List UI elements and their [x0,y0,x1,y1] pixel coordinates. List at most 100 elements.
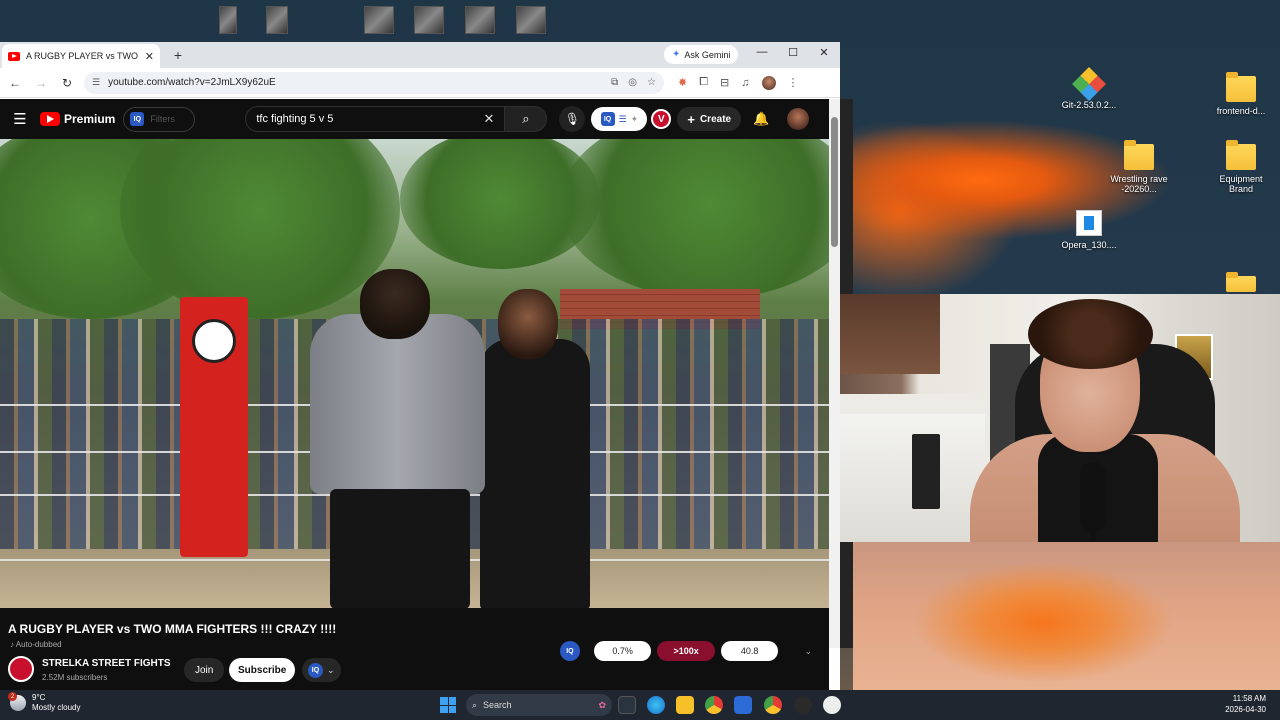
media-controls-icon[interactable]: ♫ [741,77,749,89]
video-fighter [300,269,500,608]
desktop-icon-opera[interactable]: Opera_130.... [1057,210,1121,250]
desktop-icon-label: Equipment Brand [1219,174,1263,194]
desktop-icon-folder-partial[interactable] [1209,272,1273,296]
clock-date: 2026-04-30 [1225,705,1266,714]
tab-search-icon[interactable]: ⊟ [720,76,729,89]
address-bar-row: ← → ↻ ☰ youtube.com/watch?v=2JmLX9y62uE … [0,68,840,98]
desktop-thumbnail[interactable] [516,6,546,34]
video-scenery [400,139,600,269]
profile-avatar[interactable] [761,75,776,90]
site-info-icon[interactable]: ☰ [92,77,100,88]
page-scrollbar[interactable] [829,99,840,648]
reload-icon[interactable]: ↻ [56,76,78,90]
weather-widget[interactable]: 2 9°C Mostly cloudy [8,692,80,713]
github-icon[interactable] [794,696,812,714]
temperature: 9°C [32,693,46,702]
folder-icon [1226,72,1256,102]
back-icon[interactable]: ← [4,76,26,90]
file-explorer-icon[interactable] [676,696,694,714]
iq-extension-icon: IQ [600,112,615,126]
media-player-icon[interactable] [823,696,841,714]
desktop-thumbnail[interactable] [219,6,237,34]
voice-search-button[interactable]: 🎙 [559,106,586,132]
filters-button[interactable]: IQ Filters [123,106,196,132]
plus-icon: + [687,111,695,127]
browser-menu-icon[interactable]: ⋮ [788,76,799,89]
video-info-panel: A RUGBY PLAYER vs TWO MMA FIGHTERS !!! C… [0,608,829,690]
browser-tab-active[interactable]: A RUGBY PLAYER vs TWO MMA FIGHTERS !!! C… [2,44,160,68]
start-button[interactable] [440,697,456,713]
tracking-eye-icon[interactable]: ◎ [628,77,637,88]
subscriber-count: 2.52M subscribers [42,673,108,682]
desktop-icon-equipment[interactable]: Equipment Brand [1209,140,1273,194]
youtube-logo-icon [40,112,60,126]
notes-icon: ☰ [618,113,627,124]
close-tab-icon[interactable]: ✕ [145,50,154,63]
minimize-icon[interactable]: — [751,46,773,58]
notifications-bell-icon[interactable]: 🔔 [753,111,769,127]
join-button[interactable]: Join [184,658,225,682]
iq-dropdown-button[interactable]: IQ ⌄ [302,658,341,682]
search-button[interactable]: ⌕ [505,106,548,132]
desktop-icon-git[interactable]: Git-2.53.0.2... [1057,67,1121,110]
extensions-puzzle-icon[interactable]: ⧠ [699,76,708,89]
install-app-icon[interactable]: ⧉ [611,77,618,88]
channel-name[interactable]: STRELKA STREET FIGHTS [42,658,171,669]
maximize-icon[interactable]: ☐ [782,46,804,59]
webcam-overlay [840,294,1280,542]
youtube-avatar[interactable] [787,108,810,130]
new-tab-button[interactable]: + [168,47,188,63]
folder-icon [1226,272,1256,292]
weather-badge: 2 [8,692,17,701]
scrollbar-thumb[interactable] [831,117,838,247]
search-input[interactable]: tfc fighting 5 v 5 ✕ [245,106,506,132]
desktop-thumbnail[interactable] [465,6,495,34]
url-input[interactable]: ☰ youtube.com/watch?v=2JmLX9y62uE ⧉ ◎ ☆ [84,71,664,94]
clear-search-icon[interactable]: ✕ [483,111,494,127]
channel-avatar[interactable] [8,656,34,682]
filters-label: Filters [150,114,175,124]
subscribe-button[interactable]: Subscribe [229,658,296,682]
desktop-icon-frontend[interactable]: frontend-d... [1209,72,1273,116]
chrome-icon[interactable] [705,696,723,714]
edge-browser-icon[interactable] [647,696,665,714]
extension-icon[interactable]: ✸ [678,76,687,89]
url-action-icons: ⧉ ◎ ☆ [611,77,656,88]
stat-score: 40.8 [720,641,779,661]
desktop-icon-label: Opera_130.... [1061,240,1117,250]
corner-pad-logo [192,319,236,363]
desktop-thumbnail[interactable] [266,6,288,34]
iq-extension-icon: IQ [308,662,323,678]
forward-icon[interactable]: → [30,76,52,90]
task-view-icon[interactable] [618,696,636,714]
extension-pill-button[interactable]: IQ ☰ ✦ [591,107,648,131]
chevron-down-icon[interactable]: ⌄ [804,646,812,657]
bookmark-star-icon[interactable]: ☆ [647,77,656,88]
cloud-icon: 2 [8,692,26,711]
search-highlight-icon: ✿ [598,699,606,710]
taskbar-search[interactable]: ⌕ Search ✿ [466,694,612,716]
ask-gemini-label: Ask Gemini [684,49,731,60]
video-title: A RUGBY PLAYER vs TWO MMA FIGHTERS !!! C… [8,622,337,636]
youtube-premium-logo[interactable]: Premium [40,112,115,126]
desktop-thumbnail[interactable] [414,6,444,34]
desktop-icon-wrestling[interactable]: Wrestling rave -20260... [1107,140,1171,194]
v-extension-icon[interactable]: V [651,109,672,129]
hamburger-menu-icon[interactable]: ☰ [0,110,40,128]
extension-icons: ✸ ⧠ ⊟ ♫ ⋮ [678,75,799,90]
store-icon[interactable] [734,696,752,714]
close-window-icon[interactable]: ✕ [813,46,835,59]
url-text: youtube.com/watch?v=2JmLX9y62uE [108,77,276,88]
create-button[interactable]: + Create [677,107,742,131]
ask-gemini-button[interactable]: ✦ Ask Gemini [664,45,739,64]
video-scenery [560,139,829,299]
desktop-thumbnail[interactable] [364,6,394,34]
folder-icon [1124,140,1154,170]
auto-dubbed-label: ♪ Auto-dubbed [10,640,62,649]
chrome-profile-icon[interactable] [764,696,782,714]
video-player[interactable] [0,139,829,608]
system-clock[interactable]: 11:58 AM 2026-04-30 [1225,693,1266,715]
create-label: Create [699,113,732,125]
youtube-header: ☰ Premium IQ Filters tfc fighting 5 v 5 … [0,99,829,139]
desktop-wallpaper-bottom [853,542,1280,690]
